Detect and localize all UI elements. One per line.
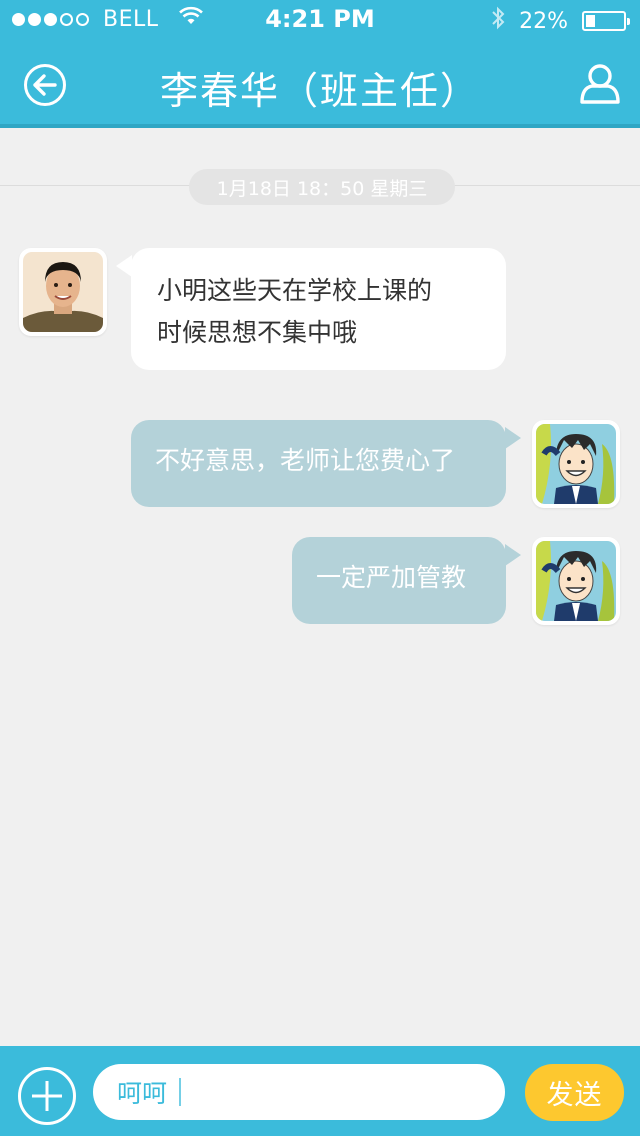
outgoing-message-bubble[interactable]: 一定严加管教 — [292, 537, 506, 624]
composer-bar: 呵呵 发送 — [0, 1046, 640, 1136]
text-cursor — [179, 1078, 182, 1106]
message-text-line: 小明这些天在学校上课的 — [157, 276, 433, 305]
nav-bar: 李春华（班主任） — [0, 40, 640, 124]
message-input-text: 呵呵 — [117, 1079, 168, 1108]
battery-area: 22% — [491, 6, 630, 36]
outgoing-message-bubble[interactable]: 不好意思，老师让您费心了 — [131, 420, 506, 507]
bluetooth-icon — [491, 6, 505, 36]
message-text: 一定严加管教 — [316, 563, 467, 592]
incoming-message-bubble[interactable]: 小明这些天在学校上课的 时候思想不集中哦 — [131, 248, 506, 370]
message-text-line: 时候思想不集中哦 — [157, 318, 358, 347]
person-outline-icon — [580, 64, 620, 104]
teacher-avatar[interactable] — [19, 248, 107, 336]
teacher-photo — [23, 252, 103, 332]
message-timestamp: 1月18日 18：50 星期三 — [189, 169, 455, 205]
chat-title: 李春华（班主任） — [159, 69, 480, 113]
cartoon-avatar-illustration — [536, 541, 616, 621]
status-bar: BELL 4:21 PM 22% — [0, 0, 640, 40]
circle-plus-icon[interactable] — [18, 1067, 76, 1125]
header: BELL 4:21 PM 22% 李春华（班主任） — [0, 0, 640, 128]
message-text: 不好意思，老师让您费心了 — [155, 446, 456, 475]
incoming-bubble-tail — [116, 255, 132, 277]
battery-icon — [582, 11, 630, 31]
cartoon-avatar-illustration — [536, 424, 616, 504]
message-input[interactable]: 呵呵 — [93, 1064, 505, 1120]
send-button[interactable]: 发送 — [525, 1064, 624, 1121]
outgoing-bubble-tail — [505, 427, 521, 449]
outgoing-bubble-tail — [505, 544, 521, 566]
parent-avatar[interactable] — [532, 420, 620, 508]
battery-percentage: 22% — [519, 8, 568, 34]
profile-button[interactable] — [578, 62, 622, 106]
parent-avatar[interactable] — [532, 537, 620, 625]
